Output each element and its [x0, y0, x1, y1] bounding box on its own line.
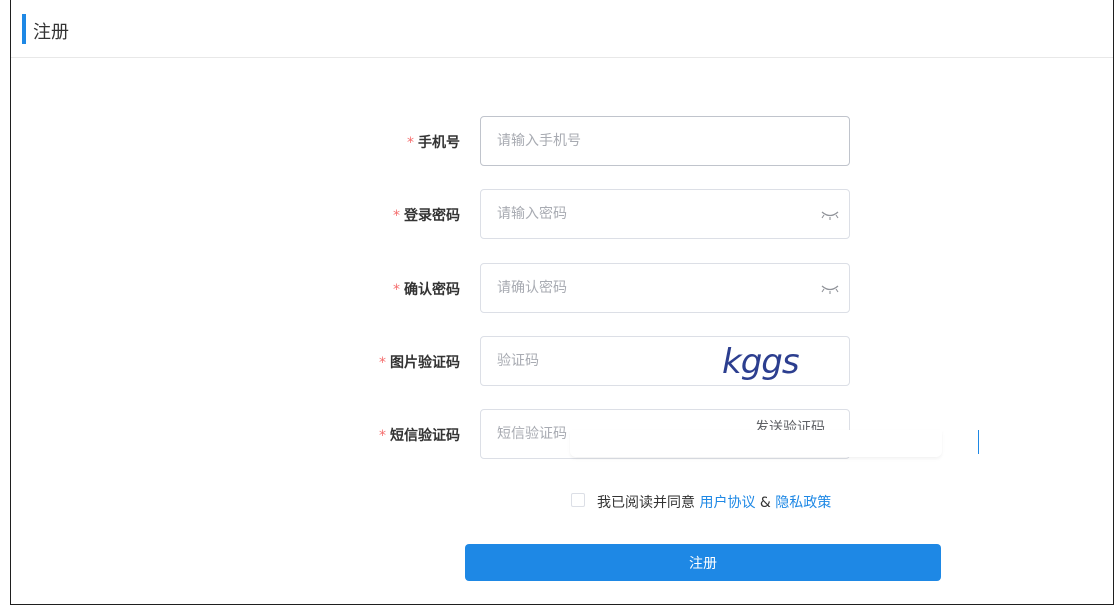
phone-row: * 手机号: [0, 116, 1115, 166]
phone-label-text: 手机号: [418, 135, 460, 151]
sms-code-row: *短信验证码 发送验证码: [0, 409, 1115, 459]
text-cursor-line: [978, 430, 979, 454]
captcha-label: * 图片验证码: [379, 352, 460, 372]
page-title: 注册: [33, 22, 69, 43]
password-input[interactable]: [480, 189, 850, 239]
required-mark: *: [393, 208, 400, 224]
required-mark: *: [379, 428, 386, 444]
phone-input[interactable]: [480, 116, 850, 166]
confirm-password-label: * 确认密码: [393, 279, 460, 299]
register-button[interactable]: 注册: [465, 544, 941, 581]
captcha-row: *图片验证码 kggs: [0, 336, 1115, 386]
confirm-password-label-text: 确认密码: [404, 282, 460, 298]
user-agreement-link[interactable]: 用户协议: [699, 495, 755, 511]
phone-label: * 手机号: [407, 132, 460, 152]
agreement-checkbox[interactable]: [571, 493, 585, 507]
captcha-image[interactable]: kggs: [718, 341, 830, 381]
confirm-password-row: * 确认密码: [0, 263, 1115, 313]
title-accent-bar: [22, 14, 26, 44]
password-label-text: 登录密码: [404, 208, 460, 224]
render-overlay: [570, 430, 942, 457]
required-mark: *: [379, 355, 386, 371]
agreement-prefix: 我已阅读并同意: [597, 495, 695, 511]
page-header: 注册: [11, 1, 1113, 58]
required-mark: *: [393, 282, 400, 298]
sms-code-label-text: 短信验证码: [390, 428, 460, 444]
captcha-text: kggs: [722, 342, 799, 381]
eye-closed-icon[interactable]: [820, 209, 840, 221]
confirm-password-input[interactable]: [480, 263, 850, 313]
eye-closed-icon[interactable]: [820, 283, 840, 295]
agreement-text: 我已阅读并同意 用户协议 & 隐私政策: [597, 492, 831, 512]
password-label: * 登录密码: [393, 205, 460, 225]
required-mark: *: [407, 135, 414, 151]
agreement-separator: &: [759, 495, 771, 511]
captcha-label-text: 图片验证码: [390, 355, 460, 371]
password-row: * 登录密码: [0, 189, 1115, 239]
sms-code-label: * 短信验证码: [379, 425, 460, 445]
privacy-policy-link[interactable]: 隐私政策: [775, 495, 831, 511]
